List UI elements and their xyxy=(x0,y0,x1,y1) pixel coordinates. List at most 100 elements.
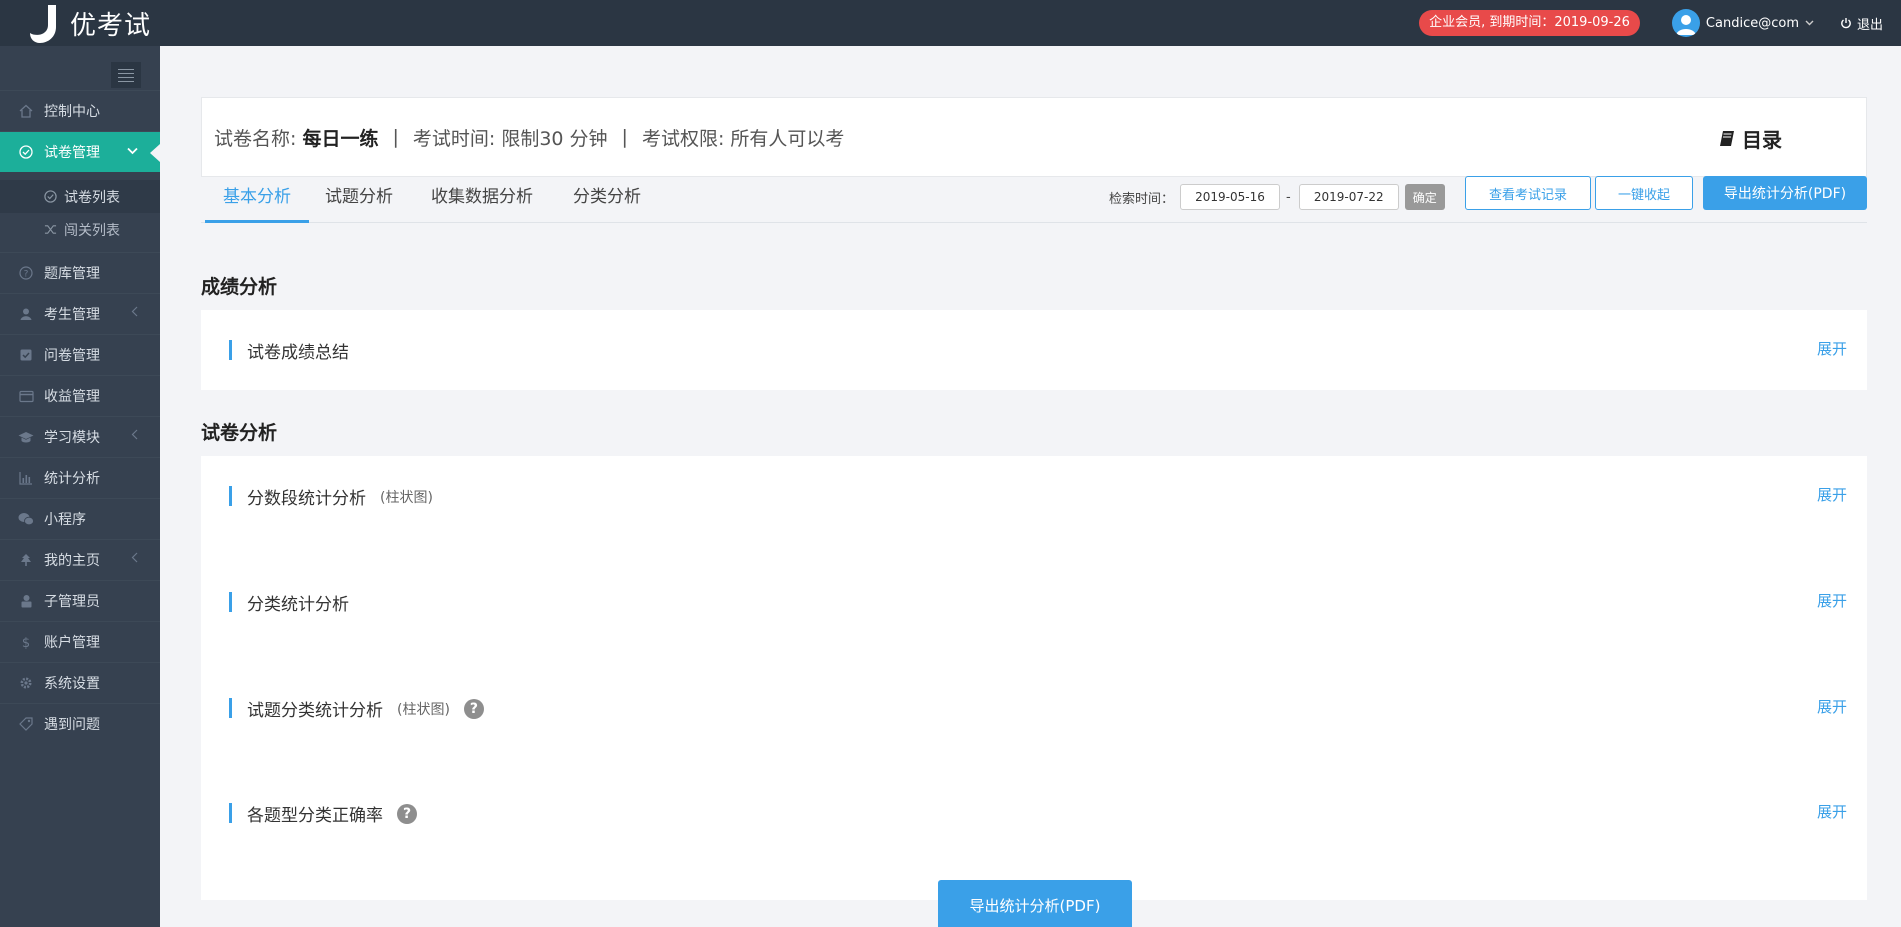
view-exam-records-button[interactable]: 查看考试记录 xyxy=(1465,176,1591,210)
logo-icon xyxy=(28,3,64,43)
sidebar-item-mini-program[interactable]: 小程序 xyxy=(0,498,160,539)
exam-info-card: 试卷名称: 每日一练 | 考试时间: 限制30 分钟 | 考试权限: 所有人可以… xyxy=(201,97,1867,177)
exam-permission-label: 考试权限: xyxy=(641,127,725,150)
date-separator: - xyxy=(1286,189,1291,205)
sidebar-item-exam-management[interactable]: 试卷管理 xyxy=(0,131,160,172)
sidebar-item-label: 账户管理 xyxy=(44,635,100,651)
user-icon xyxy=(18,306,34,322)
power-icon xyxy=(1841,18,1851,29)
sidebar-item-control-center[interactable]: 控制中心 xyxy=(0,90,160,131)
row-accent-bar xyxy=(229,803,232,823)
row-note: (柱状图) xyxy=(380,489,433,506)
sidebar-item-label: 小程序 xyxy=(44,512,86,528)
tab-collected-data-analysis[interactable]: 收集数据分析 xyxy=(431,177,533,223)
sidebar-item-sub-admin[interactable]: 子管理员 xyxy=(0,580,160,621)
exam-name-value: 每日一练 xyxy=(302,127,379,150)
divider: | xyxy=(392,126,399,148)
sidebar-item-label: 考生管理 xyxy=(44,307,100,323)
graduation-cap-icon xyxy=(18,429,34,445)
credit-card-icon xyxy=(18,388,34,404)
sidebar-toggle-icon[interactable] xyxy=(111,62,141,88)
paper-panel: 分数段统计分析 (柱状图) 展开 分类统计分析 展开 试题分类统计分析 (柱状图… xyxy=(201,456,1867,900)
divider: | xyxy=(621,126,628,148)
sidebar-item-label: 学习模块 xyxy=(44,430,100,446)
end-date-input[interactable]: 2019-07-22 xyxy=(1298,184,1399,210)
confirm-button[interactable]: 确定 xyxy=(1404,184,1445,210)
list-item: 分类统计分析 展开 xyxy=(201,562,1867,642)
sidebar-item-settings[interactable]: 系统设置 xyxy=(0,662,160,703)
row-title: 试题分类统计分析 xyxy=(247,701,383,721)
sidebar-subitem-label: 闯关列表 xyxy=(64,222,120,239)
chevron-down-icon xyxy=(127,144,138,158)
logout-button[interactable]: 退出 xyxy=(1840,14,1883,33)
user-name: Candice@com xyxy=(1705,15,1799,31)
sidebar-nav: 控制中心 试卷管理 试卷列表 闯关列表 ? 题库管理 考生管理 问卷管理 收益管… xyxy=(0,90,160,744)
exam-permission-value: 所有人可以考 xyxy=(730,127,845,150)
expand-button[interactable]: 展开 xyxy=(1817,484,1847,505)
sidebar-item-label: 控制中心 xyxy=(44,104,100,120)
collapse-all-button[interactable]: 一键收起 xyxy=(1595,176,1693,210)
expand-button[interactable]: 展开 xyxy=(1817,590,1847,611)
row-accent-bar xyxy=(229,592,232,612)
home-icon xyxy=(18,103,34,119)
toc-button[interactable]: 目录 xyxy=(1718,124,1782,153)
row-accent-bar xyxy=(229,698,232,718)
user-menu[interactable]: Candice@com xyxy=(1671,9,1814,37)
bottom-export-pdf-button[interactable]: 导出统计分析(PDF) xyxy=(938,880,1132,927)
analysis-tabs: 基本分析 试题分析 收集数据分析 分类分析 检索时间： 2019-05-16 -… xyxy=(201,176,1867,223)
row-title: 分数段统计分析 xyxy=(247,489,366,509)
sidebar-subitem-challenge-list[interactable]: 闯关列表 xyxy=(0,213,160,246)
logo[interactable]: 优考试 xyxy=(28,3,151,43)
bar-chart-icon xyxy=(18,470,34,486)
logout-label: 退出 xyxy=(1856,17,1883,33)
list-item: 试卷成绩总结 展开 xyxy=(201,310,1867,390)
sidebar-item-help[interactable]: 遇到问题 xyxy=(0,703,160,744)
gear-icon xyxy=(18,675,34,691)
sidebar-item-my-homepage[interactable]: 我的主页 xyxy=(0,539,160,580)
sidebar-subnav: 试卷列表 闯关列表 xyxy=(0,172,160,252)
sidebar-item-revenue[interactable]: 收益管理 xyxy=(0,375,160,416)
row-title: 分类统计分析 xyxy=(247,595,349,615)
sidebar: 控制中心 试卷管理 试卷列表 闯关列表 ? 题库管理 考生管理 问卷管理 收益管… xyxy=(0,46,160,927)
sidebar-item-label: 试卷管理 xyxy=(44,145,100,161)
section-title-paper: 试卷分析 xyxy=(201,422,278,444)
tab-category-analysis[interactable]: 分类分析 xyxy=(573,177,641,223)
row-accent-bar xyxy=(229,340,232,360)
chevron-left-icon xyxy=(131,429,138,443)
sidebar-item-label: 遇到问题 xyxy=(44,717,100,733)
tab-basic-analysis[interactable]: 基本分析 xyxy=(205,177,309,223)
book-icon xyxy=(1720,130,1734,146)
expand-button[interactable]: 展开 xyxy=(1817,338,1847,359)
sidebar-item-question-bank[interactable]: ? 题库管理 xyxy=(0,252,160,293)
sidebar-subitem-label: 试卷列表 xyxy=(64,189,120,206)
sidebar-subitem-exam-list[interactable]: 试卷列表 xyxy=(0,180,160,213)
sidebar-item-label: 我的主页 xyxy=(44,553,100,569)
filter-label: 检索时间： xyxy=(1109,191,1175,207)
tab-question-analysis[interactable]: 试题分析 xyxy=(325,177,393,223)
help-icon[interactable]: ? xyxy=(463,698,484,719)
help-icon[interactable]: ? xyxy=(397,803,417,824)
sidebar-item-candidates[interactable]: 考生管理 xyxy=(0,293,160,334)
export-pdf-button[interactable]: 导出统计分析(PDF) xyxy=(1703,176,1867,210)
member-badge[interactable]: 企业会员, 到期时间：2019-09-26 xyxy=(1419,10,1640,36)
score-panel: 试卷成绩总结 展开 xyxy=(201,310,1867,390)
sidebar-item-survey[interactable]: 问卷管理 xyxy=(0,334,160,375)
list-item: 各题型分类正确率 ? 展开 xyxy=(201,773,1867,853)
expand-button[interactable]: 展开 xyxy=(1817,801,1847,822)
lock-user-icon xyxy=(18,593,34,609)
question-circle-icon: ? xyxy=(18,265,34,281)
svg-text:$: $ xyxy=(22,636,30,649)
sidebar-item-statistics[interactable]: 统计分析 xyxy=(0,457,160,498)
row-accent-bar xyxy=(229,486,232,506)
exam-name-label: 试卷名称: xyxy=(214,127,297,150)
wechat-icon xyxy=(18,511,34,527)
check-circle-icon xyxy=(18,144,34,160)
list-item: 试题分类统计分析 (柱状图) ? 展开 xyxy=(201,668,1867,748)
start-date-input[interactable]: 2019-05-16 xyxy=(1180,184,1281,210)
row-title: 各题型分类正确率 xyxy=(247,806,383,826)
row-title: 试卷成绩总结 xyxy=(247,343,349,363)
sidebar-item-account[interactable]: $ 账户管理 xyxy=(0,621,160,662)
sidebar-item-label: 子管理员 xyxy=(44,594,100,610)
expand-button[interactable]: 展开 xyxy=(1817,696,1847,717)
sidebar-item-learning[interactable]: 学习模块 xyxy=(0,416,160,457)
